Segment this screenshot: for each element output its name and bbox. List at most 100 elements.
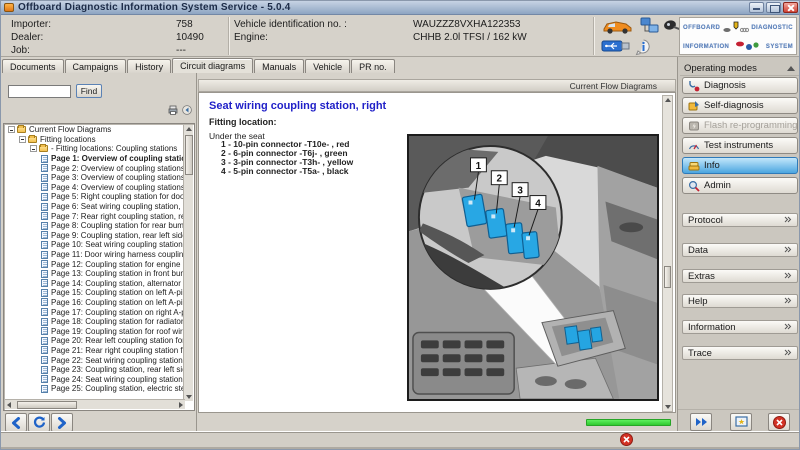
double-chevron-icon [784,322,792,333]
tab-documents[interactable]: Documents [2,59,64,73]
info-icon [635,39,650,56]
tree-page-item[interactable]: Page 24: Seat wiring coupling station, l… [4,374,184,384]
document-title: Seat wiring coupling station, right [209,100,387,112]
tree-page-item[interactable]: Page 16: Coupling station on left A-pill… [4,298,184,308]
page-icon [41,212,48,221]
tree-page-item[interactable]: Page 1: Overview of coupling stations (3… [4,154,184,164]
tree-item-label: Page 12: Coupling station for engine pre… [51,259,184,269]
tree-folder[interactable]: - Fitting locations: Coupling stations [4,144,184,154]
expand-icon[interactable] [30,145,37,153]
content-vertical-scrollbar[interactable] [662,95,673,412]
tree-page-item[interactable]: Page 6: Seat wiring coupling station, ri… [4,202,184,212]
tree-page-item[interactable]: Page 13: Coupling station in front bumpe… [4,269,184,279]
mode-button-label: Admin [704,180,731,191]
tree-item-label: Page 20: Rear left coupling station for … [51,336,184,346]
admin-icon [687,179,700,192]
tree-item-label: Current Flow Diagrams [29,125,112,135]
tree-page-item[interactable]: Page 22: Seat wiring coupling station, r… [4,355,184,365]
tree-item-label: Page 18: Coupling station for radiator f… [51,317,184,327]
dealer-label: Dealer: [11,32,44,43]
section-extras[interactable]: Extras [682,269,798,283]
section-protocol[interactable]: Protocol [682,213,798,227]
double-chevron-icon [784,296,792,307]
stop-loading-icon[interactable] [620,433,633,446]
mode-button-diagnosis[interactable]: Diagnosis [682,77,798,94]
section-label: Protocol [688,214,723,226]
fast-forward-button[interactable] [690,413,712,431]
refresh-button[interactable] [28,413,50,432]
back-button[interactable] [5,413,27,432]
tree-page-item[interactable]: Page 20: Rear left coupling station for … [4,336,184,346]
collapse-panel-icon[interactable] [182,105,192,115]
tab-circuit-diagrams[interactable]: Circuit diagrams [172,58,254,73]
forward-button[interactable] [51,413,73,432]
tree-page-item[interactable]: Page 10: Seat wiring coupling station, l… [4,240,184,250]
tree-page-item[interactable]: Page 3: Overview of coupling stations (5… [4,173,184,183]
tree-page-item[interactable]: Page 4: Overview of coupling stations (C… [4,183,184,193]
tree-item-label: Page 10: Seat wiring coupling station, l… [51,240,184,250]
tree-page-item[interactable]: Page 9: Coupling station, rear left side… [4,231,184,241]
maximize-button[interactable] [766,2,781,13]
window-title: Offboard Diagnostic Information System S… [18,2,291,13]
mode-button-test-instruments[interactable]: Test instruments [682,137,798,154]
tab-pr-no[interactable]: PR no. [351,59,395,73]
search-input[interactable] [8,85,71,98]
connector-list: 1 - 10-pin connector -T10e- , red 2 - 6-p… [221,140,353,176]
exit-button[interactable] [768,413,790,431]
mode-button-label: Test instruments [704,140,774,151]
page-icon [41,327,48,336]
mode-button-flash-re-programming[interactable]: Flash re-programming [682,117,798,134]
section-label: Data [688,244,709,256]
section-information[interactable]: Information [682,320,798,334]
tree-page-item[interactable]: Page 18: Coupling station for radiator f… [4,317,184,327]
section-trace[interactable]: Trace [682,346,798,360]
section-help[interactable]: Help [682,294,798,308]
tree-page-item[interactable]: Page 21: Rear right coupling station for… [4,346,184,356]
tree-page-item[interactable]: Page 7: Rear right coupling station, rea… [4,211,184,221]
tab-history[interactable]: History [127,59,172,73]
mode-button-info[interactable]: Info [682,157,798,174]
tree-page-item[interactable]: Page 14: Coupling station, alternator [4,279,184,289]
double-arrow-icon [695,418,707,426]
tree-page-item[interactable]: Page 8: Coupling station for rear bumper [4,221,184,231]
double-chevron-icon [784,245,792,256]
tree-vertical-scrollbar[interactable] [183,125,193,401]
tree-page-item[interactable]: Page 15: Coupling station on left A-pill… [4,288,184,298]
tree-folder[interactable]: Current Flow Diagrams [4,125,184,135]
minimize-button[interactable] [749,2,764,13]
tree-item-label: Page 9: Coupling station, rear left side… [51,230,184,240]
tree-page-item[interactable]: Page 11: Door wiring harness coupling st… [4,250,184,260]
page-icon [41,375,48,384]
print-icon[interactable] [168,105,178,115]
collapse-up-icon[interactable] [787,65,795,71]
tree-page-item[interactable]: Page 19: Coupling station for roof wirin… [4,326,184,336]
tree-page-item[interactable]: Page 2: Overview of coupling stations (4… [4,163,184,173]
tree-page-item[interactable]: Page 23: Coupling station, rear left sid… [4,365,184,375]
tree-horizontal-scrollbar[interactable] [5,399,185,409]
tree-item-label: Page 17: Coupling station on right A-pil… [51,307,184,317]
mode-button-self-diagnosis[interactable]: Self-diagnosis [682,97,798,114]
expand-icon[interactable] [19,135,26,143]
tree-page-item[interactable]: Page 17: Coupling station on right A-pil… [4,307,184,317]
close-button[interactable] [783,2,798,13]
mode-button-admin[interactable]: Admin [682,177,798,194]
tab-vehicle[interactable]: Vehicle [305,59,351,73]
tree-page-item[interactable]: Page 12: Coupling station for engine pre… [4,259,184,269]
tab-campaigns[interactable]: Campaigns [64,59,127,73]
expand-icon[interactable] [8,126,15,134]
page-icon [41,154,48,163]
page-icon [41,183,48,192]
page-icon [41,288,48,297]
tab-manuals[interactable]: Manuals [254,59,305,73]
mode-button-label: Diagnosis [704,80,746,91]
vehicle-header: Importer: 758 Dealer: 10490 Job: --- Veh… [1,15,799,57]
tree-page-item[interactable]: Page 5: Right coupling station for door … [4,192,184,202]
tree-folder[interactable]: Fitting locations [4,134,184,145]
logo-word-information: INFORMATION [683,43,730,50]
find-button[interactable]: Find [76,84,102,98]
section-label: Help [688,295,708,307]
tree-page-item[interactable]: Page 25: Coupling station, electric stee… [4,384,184,394]
section-data[interactable]: Data [682,243,798,257]
screen-button[interactable] [730,413,752,431]
logo-word-system: SYSTEM [765,43,793,50]
